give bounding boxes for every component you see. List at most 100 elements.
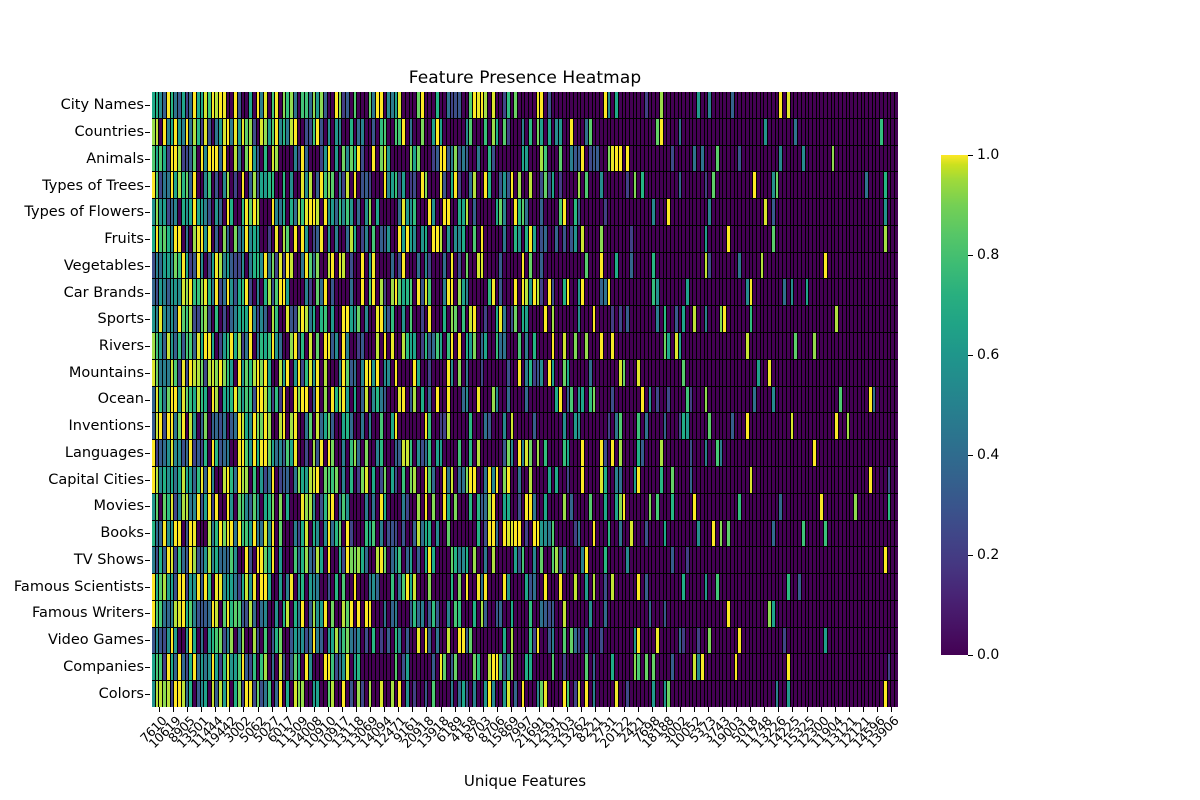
heatmap-cell xyxy=(895,145,898,172)
x-axis-tick-mark xyxy=(285,707,287,712)
heatmap-row xyxy=(152,547,898,575)
heatmap-row xyxy=(152,654,898,682)
x-axis-tick-mark xyxy=(890,707,892,712)
y-axis-tick-mark xyxy=(145,506,150,508)
x-axis-tick-mark xyxy=(651,707,653,712)
heatmap-cell xyxy=(895,627,898,654)
heatmap-cell xyxy=(895,92,898,118)
colorbar-tick-mark xyxy=(968,655,973,656)
x-axis-tick-mark xyxy=(510,707,512,712)
heatmap-row xyxy=(152,466,898,494)
heatmap-cell xyxy=(895,333,898,359)
x-axis-tick-mark xyxy=(806,707,808,712)
y-axis-tick-mark xyxy=(145,185,150,187)
y-axis-tick-label: Movies xyxy=(93,498,144,515)
y-axis-tick-labels: City Names Countries Animals Types of Trees… xyxy=(0,92,145,707)
heatmap-row xyxy=(152,118,898,146)
colorbar-tick-label: 0.8 xyxy=(977,247,1000,263)
x-axis-tick-mark xyxy=(693,707,695,712)
matplotlib-figure: Feature Presence Heatmap City Names Count… xyxy=(0,0,1200,800)
x-axis-tick-labels: 7610 10619 8905 13501 11444 19442 3002 5062 5027… xyxy=(137,713,901,765)
x-axis-tick-mark xyxy=(637,707,639,712)
heatmap-cell xyxy=(895,199,898,225)
y-axis-tick-label: Vegetables xyxy=(63,257,144,274)
heatmap-row xyxy=(152,252,898,280)
x-axis-tick-mark xyxy=(834,707,836,712)
y-axis-tick-label: Companies xyxy=(63,658,144,675)
x-axis-tick-mark xyxy=(820,707,822,712)
x-axis-tick-mark xyxy=(778,707,780,712)
x-axis-tick-mark xyxy=(792,707,794,712)
x-axis-tick-mark xyxy=(159,707,161,712)
y-axis-tick-mark xyxy=(145,372,150,374)
x-axis-tick-mark xyxy=(496,707,498,712)
x-axis-tick-mark xyxy=(229,707,231,712)
heatmap-row xyxy=(152,279,898,307)
colorbar-tick-mark xyxy=(968,155,973,156)
y-axis-tick-mark xyxy=(145,666,150,668)
y-axis-tick-label: Famous Scientists xyxy=(13,578,144,595)
heatmap-cell xyxy=(895,600,898,627)
heatmap-row xyxy=(152,199,898,226)
y-axis-tick-label: Video Games xyxy=(48,632,144,649)
x-axis-tick-mark xyxy=(567,707,569,712)
x-axis-tick-mark xyxy=(595,707,597,712)
y-axis-tick-mark xyxy=(145,239,150,241)
x-axis-tick-mark xyxy=(722,707,724,712)
x-axis-tick-mark xyxy=(257,707,259,712)
y-axis-tick-mark xyxy=(145,105,150,107)
heatmap-row xyxy=(152,333,898,360)
x-axis-tick-mark xyxy=(398,707,400,712)
heatmap-cell xyxy=(895,359,898,386)
heatmap-cell xyxy=(895,386,898,413)
x-axis-tick-mark xyxy=(848,707,850,712)
heatmap-row xyxy=(152,92,898,119)
heatmap-row xyxy=(152,493,898,521)
heatmap-row xyxy=(152,359,898,387)
y-axis-tick-label: Inventions xyxy=(68,418,145,435)
x-axis-tick-mark xyxy=(215,707,217,712)
heatmap-row xyxy=(152,440,898,467)
y-axis-tick-label: Sports xyxy=(97,311,144,328)
y-axis-tick-mark xyxy=(145,533,150,535)
heatmap-cell xyxy=(895,306,898,333)
y-axis-tick-label: Types of Trees xyxy=(42,177,144,194)
heatmap-row xyxy=(152,145,898,173)
y-axis-tick-label: Car Brands xyxy=(63,284,144,301)
x-axis-tick-mark xyxy=(187,707,189,712)
y-axis-tick-label: Capital Cities xyxy=(48,471,144,488)
y-axis-tick-mark xyxy=(145,693,150,695)
heatmap-row xyxy=(152,627,898,655)
y-axis-tick-mark xyxy=(145,452,150,454)
y-axis-tick-mark xyxy=(145,479,150,481)
colorbar-tick-label: 0.0 xyxy=(977,647,1000,663)
colorbar: 0.0 0.2 0.4 0.6 0.8 1.0 xyxy=(941,147,999,663)
y-axis-tick-mark xyxy=(145,292,150,294)
x-axis-tick-mark xyxy=(327,707,329,712)
x-axis-tick-mark xyxy=(271,707,273,712)
y-axis-tick-mark xyxy=(145,426,150,428)
heatmap-row xyxy=(152,306,898,334)
x-axis-tick-mark xyxy=(342,707,344,712)
colorbar-tick-label: 0.4 xyxy=(977,447,1000,463)
y-axis-tick-mark xyxy=(145,319,150,321)
x-axis-tick-mark xyxy=(482,707,484,712)
heatmap-cell xyxy=(895,118,898,145)
colorbar-tick-label: 0.6 xyxy=(977,347,1000,363)
y-axis-tick-mark xyxy=(145,399,150,401)
y-axis-tick-label: Mountains xyxy=(68,364,144,381)
x-axis-tick-mark xyxy=(243,707,245,712)
y-axis-tick-label: Books xyxy=(100,525,144,542)
heatmap-row xyxy=(152,681,898,707)
x-axis-tick-mark xyxy=(665,707,667,712)
y-axis-tick-mark xyxy=(145,158,150,160)
y-axis-tick-label: Ocean xyxy=(97,391,144,408)
heatmap-row xyxy=(152,600,898,628)
heatmap-cell xyxy=(895,279,898,306)
heatmap-row xyxy=(152,413,898,441)
y-axis-tick-label: Rivers xyxy=(98,337,144,354)
y-axis-tick-label: Colors xyxy=(98,685,144,702)
y-axis-tick-mark xyxy=(145,346,150,348)
y-axis-tick-label: City Names xyxy=(60,97,144,114)
x-axis-tick-mark xyxy=(426,707,428,712)
